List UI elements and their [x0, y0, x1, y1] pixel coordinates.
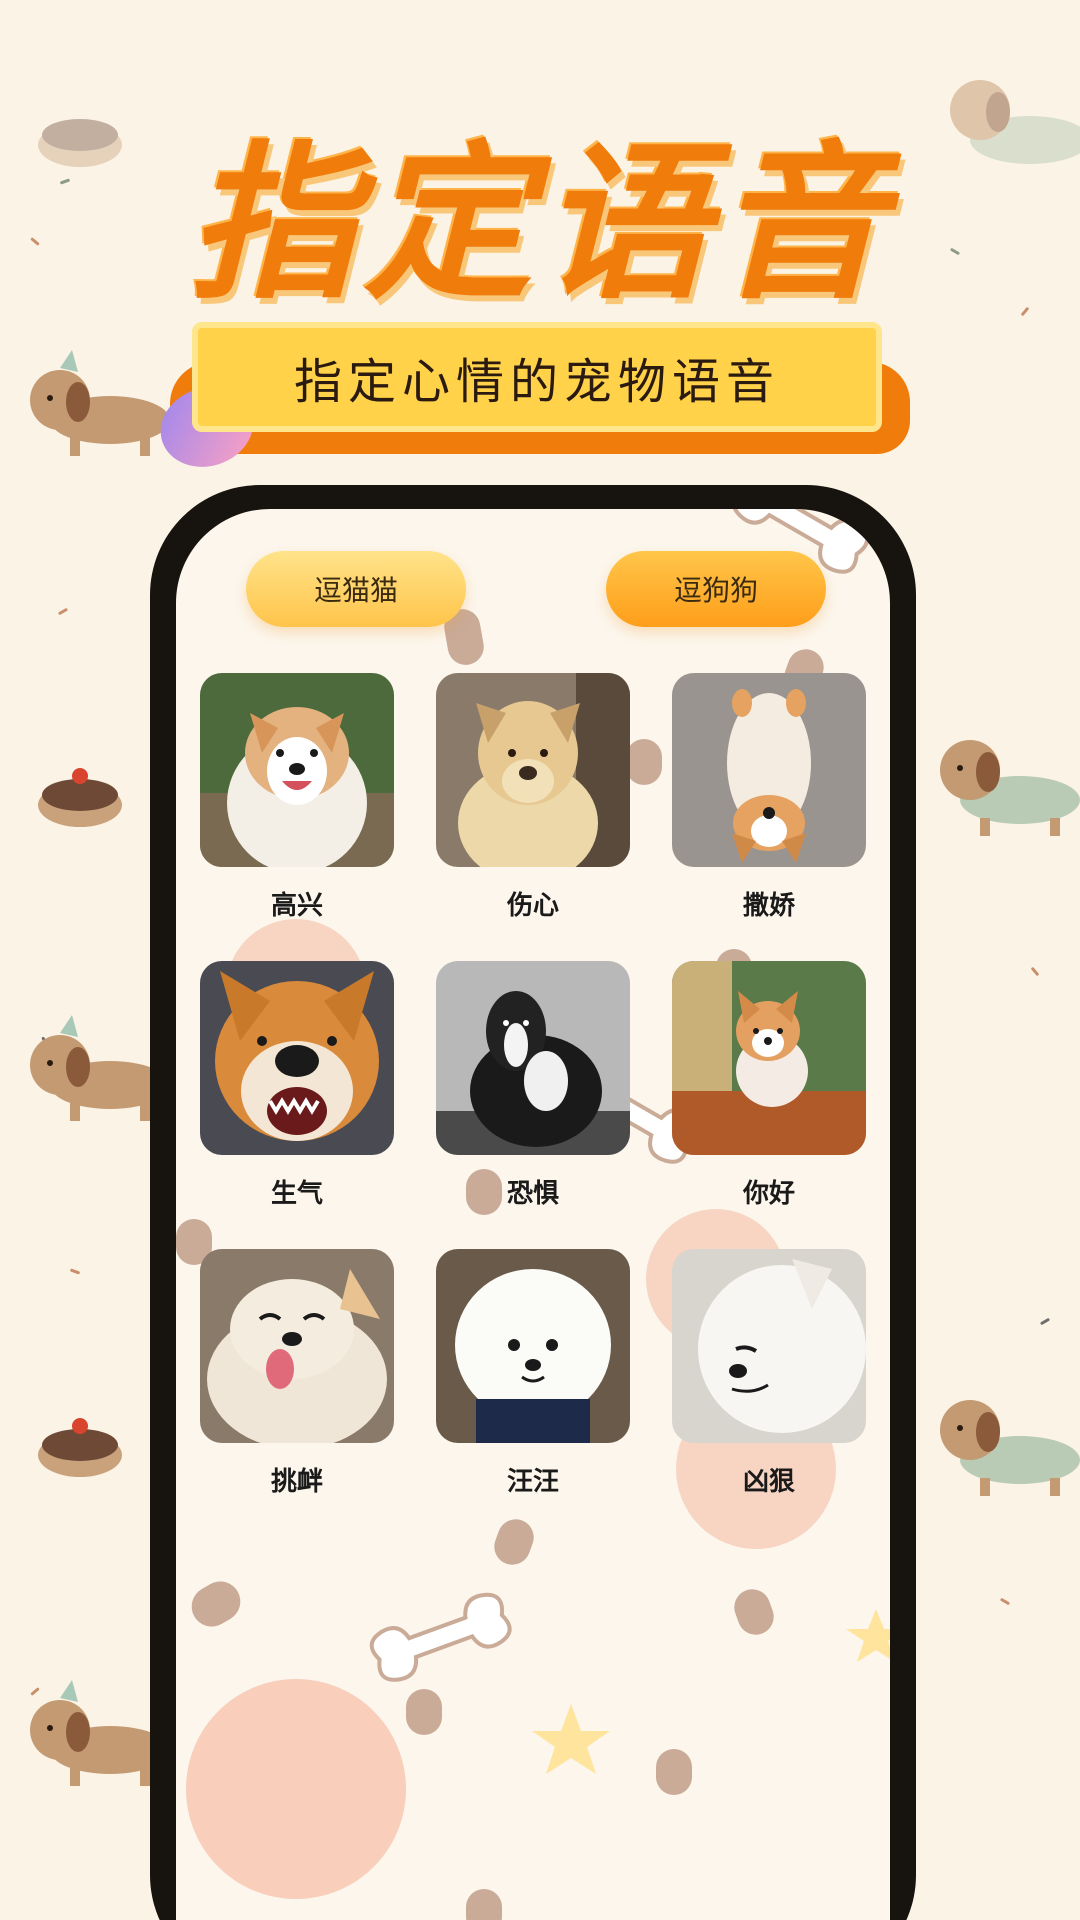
dog-photo-hello	[672, 961, 866, 1155]
mood-item-angry[interactable]: 生气	[200, 961, 394, 1221]
dachshund-decoration	[940, 1400, 1080, 1496]
dog-photo-provoke	[200, 1249, 394, 1443]
mood-label: 高兴	[270, 891, 323, 921]
page-title: 指定语音	[188, 126, 892, 322]
dog-photo-coquettish	[672, 673, 866, 867]
dog-photo-woof	[436, 1249, 630, 1443]
mood-item-woof[interactable]: 汪汪	[436, 1249, 630, 1509]
mood-label: 汪汪	[506, 1467, 559, 1497]
cupcake-decoration	[38, 768, 122, 827]
mood-item-provoke[interactable]: 挑衅	[200, 1249, 394, 1509]
mood-label: 凶狠	[742, 1467, 795, 1497]
mood-item-fear[interactable]: 恐惧	[436, 961, 630, 1221]
mood-label: 你好	[742, 1179, 795, 1209]
tab-tease-cat[interactable]: 逗猫猫	[246, 551, 466, 627]
subtitle-text: 指定心情的宠物语音	[192, 322, 882, 432]
dog-photo-sad	[436, 673, 630, 867]
dog-photo-fierce	[672, 1249, 866, 1443]
mood-label: 挑衅	[270, 1467, 323, 1497]
mood-label: 伤心	[506, 891, 559, 921]
mood-item-fierce[interactable]: 凶狠	[672, 1249, 866, 1509]
dog-photo-fear	[436, 961, 630, 1155]
dog-photo-happy	[200, 673, 394, 867]
mood-item-happy[interactable]: 高兴	[200, 673, 394, 933]
dog-photo-angry	[200, 961, 394, 1155]
mood-label: 撒娇	[742, 891, 795, 921]
mood-item-hello[interactable]: 你好	[672, 961, 866, 1221]
dachshund-decoration	[30, 1015, 170, 1121]
tab-tease-dog[interactable]: 逗狗狗	[606, 551, 826, 627]
mood-label: 恐惧	[506, 1179, 559, 1209]
app-screen: 逗猫猫 逗狗狗 高兴 伤心 撒娇 生气 恐惧 你好 挑衅 汪汪 凶狠	[176, 509, 890, 1920]
subtitle-banner: 指定心情的宠物语音	[150, 322, 918, 479]
mood-item-sad[interactable]: 伤心	[436, 673, 630, 933]
cupcake-decoration	[38, 1418, 122, 1477]
dachshund-decoration	[940, 740, 1080, 836]
mood-item-coquettish[interactable]: 撒娇	[672, 673, 866, 933]
phone-frame: 逗猫猫 逗狗狗 高兴 伤心 撒娇 生气 恐惧 你好 挑衅 汪汪 凶狠	[150, 485, 916, 1920]
dachshund-decoration	[30, 1680, 170, 1786]
mood-label: 生气	[270, 1179, 323, 1209]
dachshund-decoration	[30, 350, 170, 456]
